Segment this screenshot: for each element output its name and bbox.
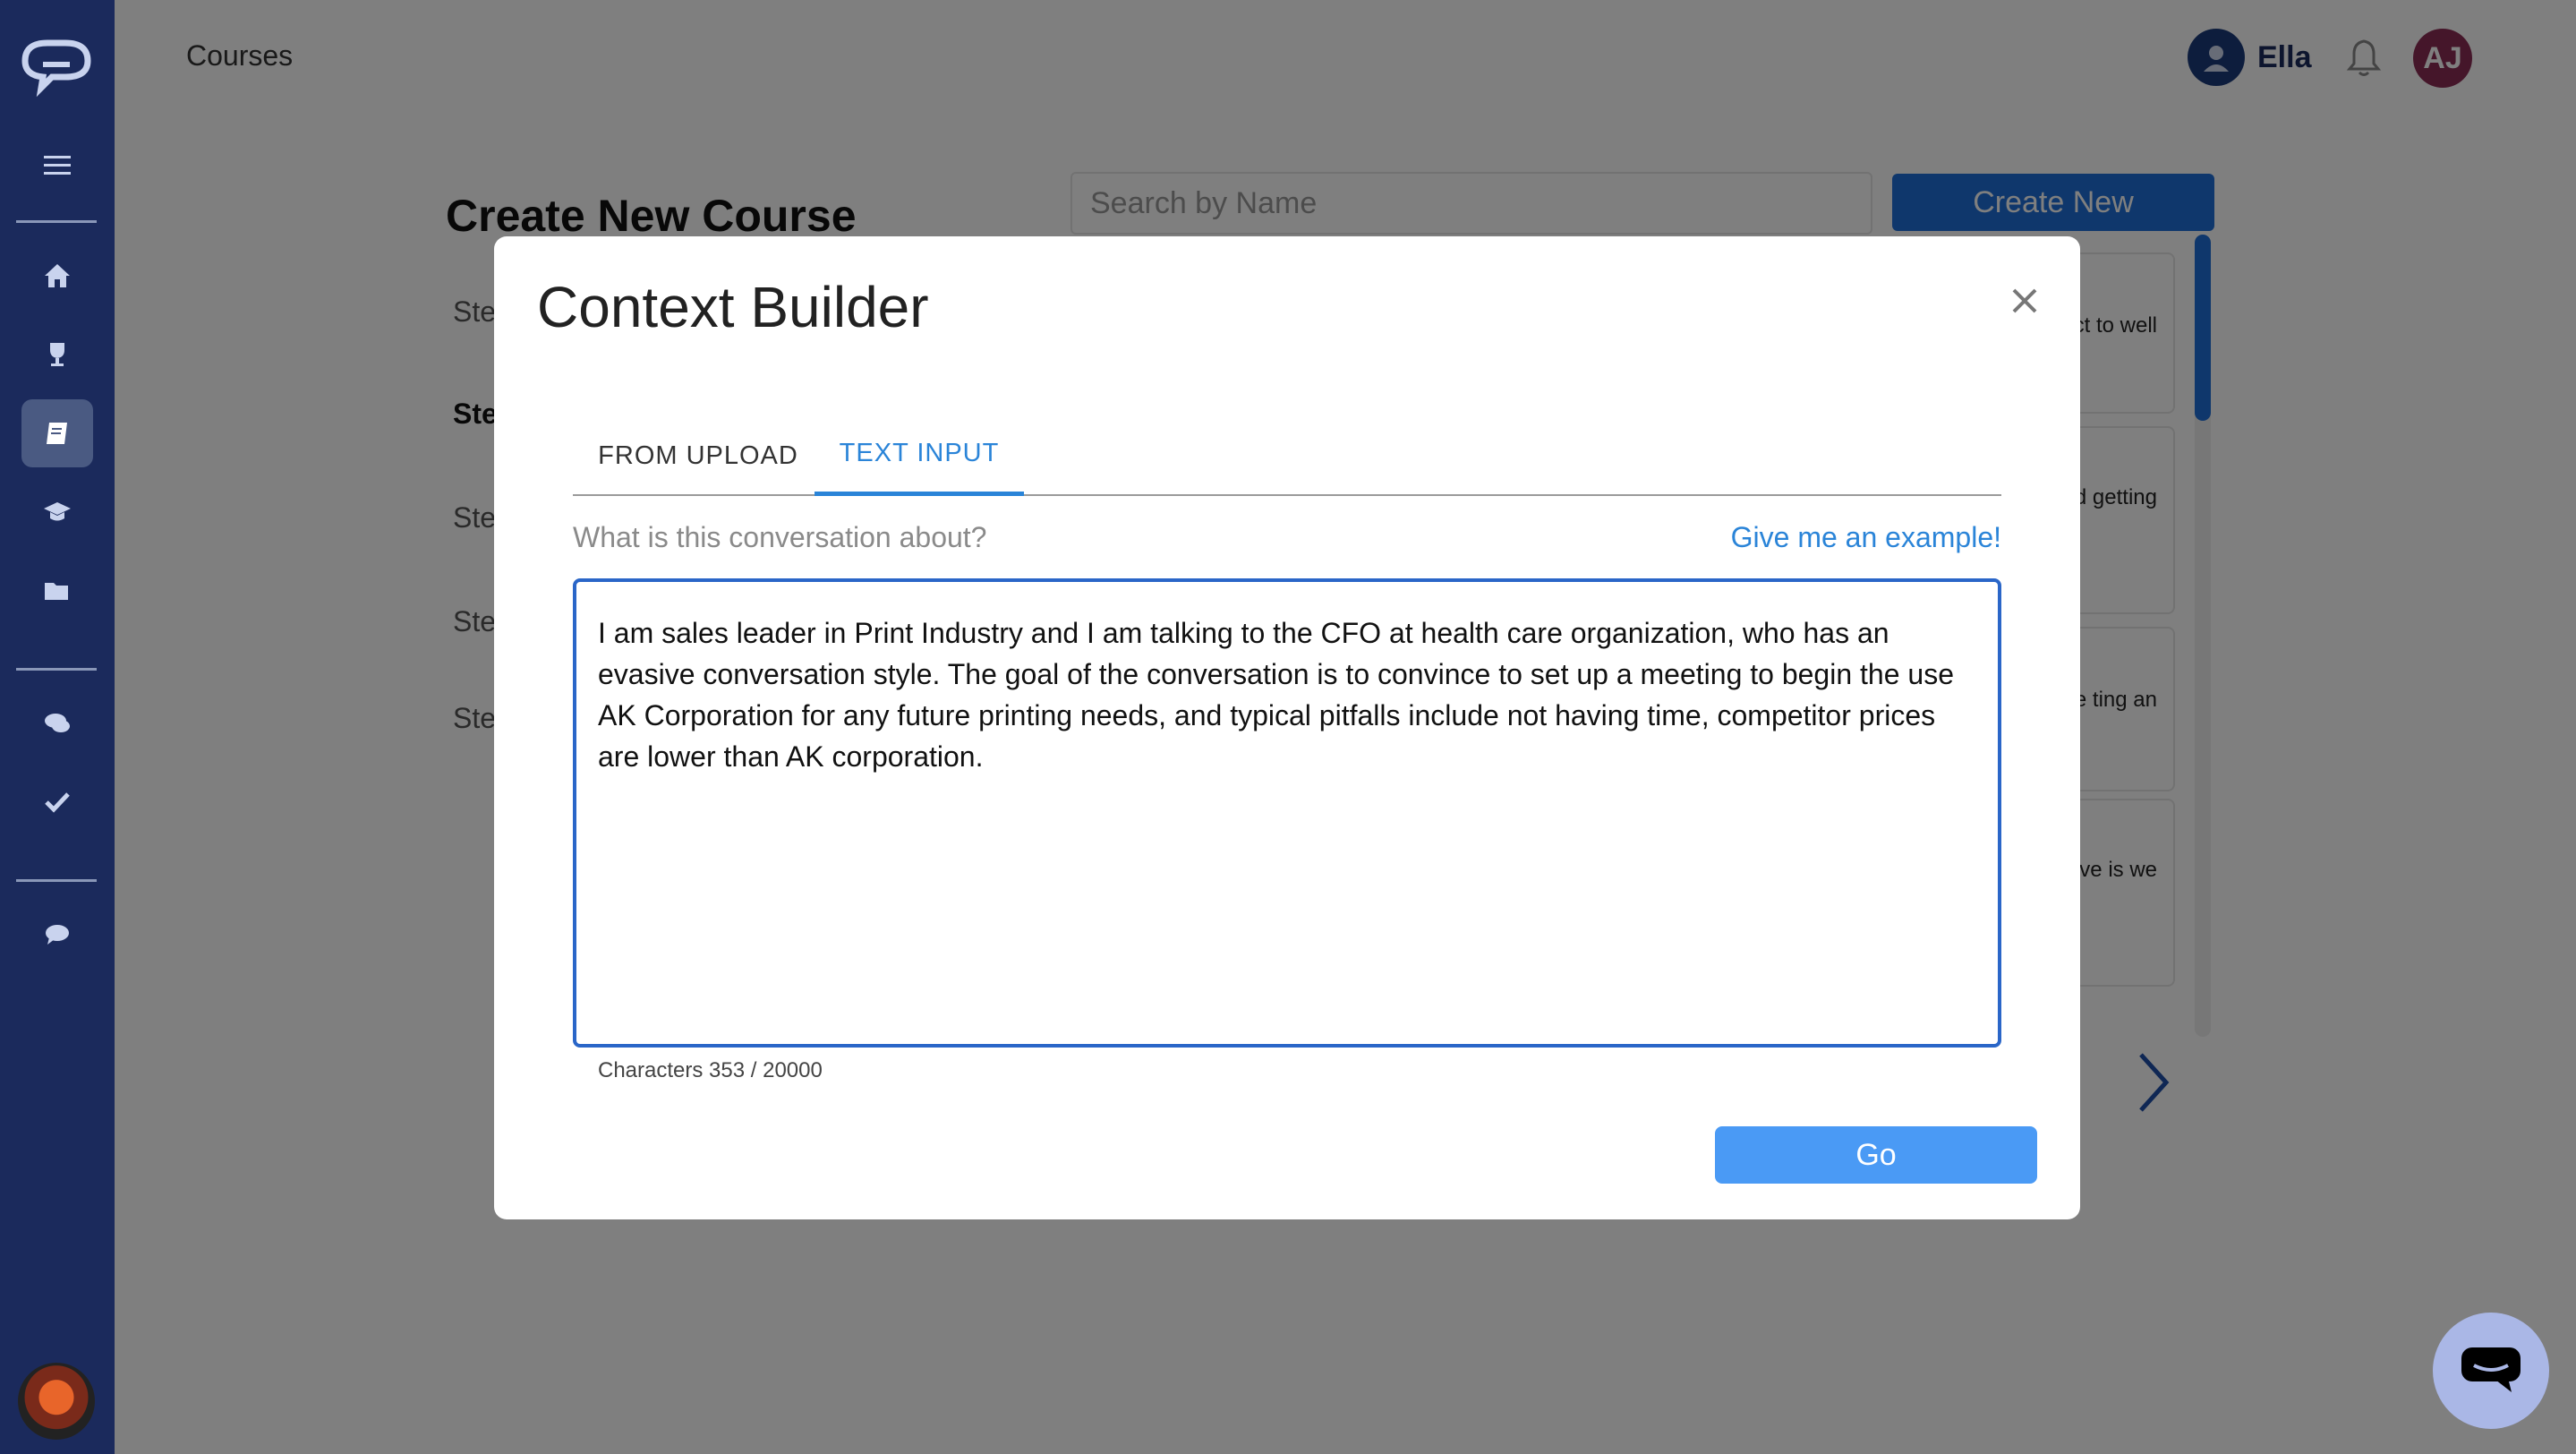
logo-icon[interactable]	[16, 34, 97, 106]
character-count: Characters 353 / 20000	[598, 1058, 823, 1082]
menu-icon[interactable]	[21, 131, 93, 199]
check-icon[interactable]	[21, 768, 93, 836]
book-icon[interactable]	[21, 399, 93, 467]
sidebar-divider	[16, 668, 97, 671]
modal-title: Context Builder	[537, 275, 929, 339]
sidebar-divider	[16, 220, 97, 223]
home-icon[interactable]	[21, 242, 93, 310]
close-icon[interactable]	[2007, 283, 2043, 319]
chat-icon[interactable]	[21, 689, 93, 757]
sidebar-avatar[interactable]	[18, 1363, 95, 1440]
sidebar	[0, 0, 115, 1454]
give-example-link[interactable]: Give me an example!	[1731, 521, 2001, 554]
context-builder-modal: Context Builder FROM UPLOAD TEXT INPUT W…	[494, 236, 2080, 1219]
comment-icon[interactable]	[21, 901, 93, 969]
tab-from-upload[interactable]: FROM UPLOAD	[573, 415, 823, 496]
modal-tabs: FROM UPLOAD TEXT INPUT	[573, 415, 2001, 496]
conversation-text-input[interactable]: I am sales leader in Print Industry and …	[573, 578, 2001, 1048]
chat-widget-button[interactable]	[2433, 1313, 2549, 1429]
graduation-cap-icon[interactable]	[21, 478, 93, 546]
tab-text-input[interactable]: TEXT INPUT	[815, 415, 1024, 496]
trophy-icon[interactable]	[21, 321, 93, 389]
sidebar-divider	[16, 879, 97, 882]
go-button[interactable]: Go	[1715, 1126, 2037, 1184]
conversation-question-label: What is this conversation about?	[573, 521, 987, 553]
chat-bubble-icon	[2461, 1347, 2521, 1392]
folder-icon[interactable]	[21, 557, 93, 625]
